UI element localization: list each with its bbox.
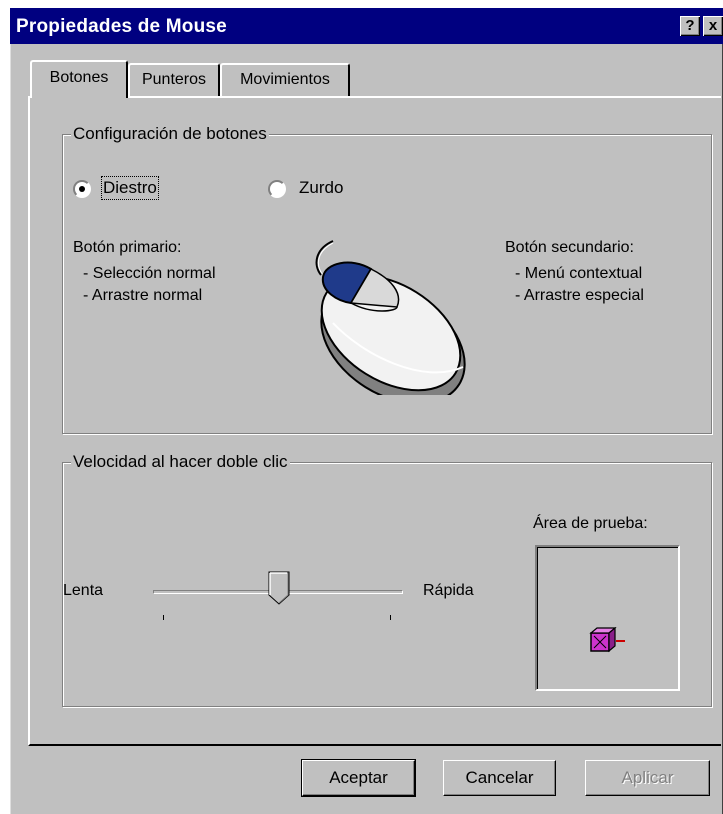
primary-button-heading: Botón primario:	[73, 239, 182, 256]
help-button[interactable]: ?	[680, 16, 700, 36]
secondary-button-line-1: - Menú contextual	[515, 265, 643, 282]
double-click-speed-slider[interactable]	[268, 571, 290, 605]
double-click-group: Velocidad al hacer doble clic Lenta Rápi…	[62, 452, 712, 707]
button-config-legend: Configuración de botones	[71, 124, 269, 144]
title-bar[interactable]: Propiedades de Mouse ? x	[10, 8, 723, 44]
close-button[interactable]: x	[703, 16, 723, 36]
jack-in-the-box-icon	[589, 627, 625, 653]
radio-diestro[interactable]	[73, 180, 91, 198]
tab-panel-botones: Configuración de botones Diestro Zurdo B…	[28, 96, 721, 746]
test-area[interactable]	[535, 545, 680, 691]
tab-movimientos[interactable]: Movimientos	[220, 63, 350, 96]
slider-tick-max	[390, 615, 391, 620]
mouse-properties-dialog: Propiedades de Mouse ? x Configuración d…	[10, 8, 723, 814]
primary-button-line-2: - Arrastre normal	[83, 287, 203, 304]
radio-selected-dot	[79, 186, 85, 192]
radio-diestro-label[interactable]: Diestro	[101, 176, 159, 200]
radio-zurdo[interactable]	[268, 180, 286, 198]
radio-zurdo-label[interactable]: Zurdo	[299, 178, 343, 198]
double-click-legend: Velocidad al hacer doble clic	[71, 452, 290, 472]
test-area-label: Área de prueba:	[533, 515, 648, 532]
secondary-button-heading: Botón secundario:	[505, 239, 634, 256]
primary-button-line-1: - Selección normal	[83, 265, 216, 282]
slow-label: Lenta	[63, 582, 104, 599]
mouse-icon	[315, 240, 466, 395]
window-title: Propiedades de Mouse	[16, 16, 227, 37]
fast-label: Rápida	[423, 582, 474, 599]
slider-tick-min	[163, 615, 164, 620]
ok-button[interactable]: Aceptar	[301, 759, 416, 797]
secondary-button-line-2: - Arrastre especial	[515, 287, 644, 304]
cancel-button[interactable]: Cancelar	[443, 760, 556, 796]
tab-punteros[interactable]: Punteros	[128, 63, 220, 96]
apply-button[interactable]: Aplicar	[585, 760, 710, 796]
button-config-group: Configuración de botones Diestro Zurdo B…	[62, 124, 712, 434]
tab-botones[interactable]: Botones	[30, 60, 128, 98]
